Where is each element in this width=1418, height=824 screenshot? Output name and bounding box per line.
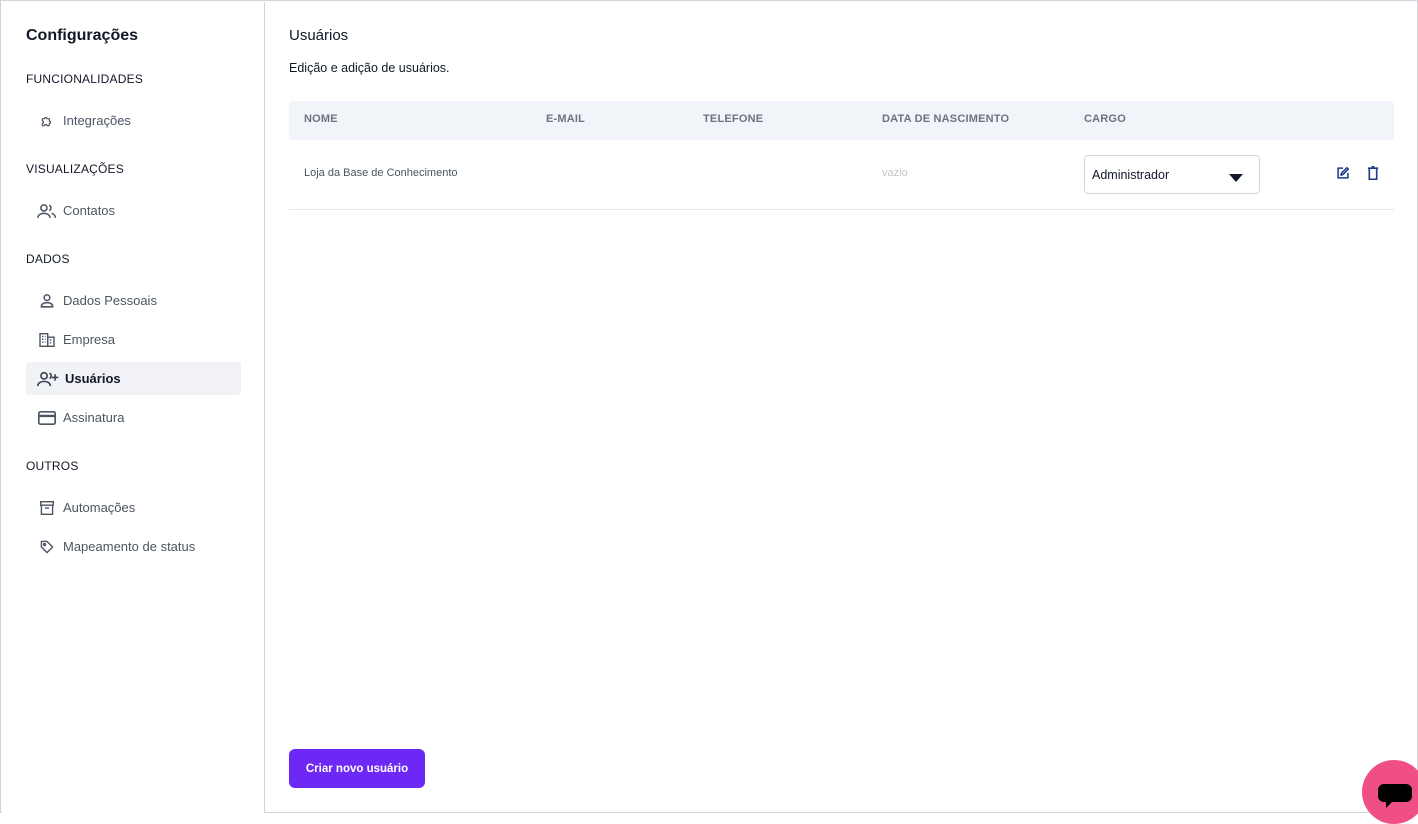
- sidebar-item-label: Mapeamento de status: [63, 539, 196, 554]
- section-label-visualizacoes: VISUALIZAÇÕES: [26, 162, 124, 176]
- users-table: NOME E-MAIL TELEFONE DATA DE NASCIMENTO …: [289, 101, 1394, 210]
- edit-icon: [1336, 166, 1350, 185]
- sidebar-item-label: Integrações: [63, 113, 131, 128]
- sidebar-item-contatos[interactable]: Contatos: [26, 194, 241, 227]
- settings-sidebar: Configurações FUNCIONALIDADES Integraçõe…: [2, 2, 265, 813]
- create-user-button[interactable]: Criar novo usuário: [289, 749, 425, 788]
- sidebar-item-label: Dados Pessoais: [63, 293, 157, 308]
- person-icon: [37, 292, 57, 310]
- user-name-cell: Loja da Base de Conhecimento: [304, 167, 458, 179]
- credit-card-icon: [37, 409, 57, 427]
- sidebar-item-label: Contatos: [63, 203, 116, 218]
- building-icon: [37, 331, 57, 349]
- add-user-icon: [37, 370, 59, 388]
- people-icon: [37, 202, 57, 220]
- chat-icon: [1378, 784, 1412, 815]
- sidebar-item-usuarios[interactable]: Usuários: [26, 362, 241, 395]
- edit-user-button[interactable]: [1334, 166, 1352, 184]
- table-row: Loja da Base de Conhecimento vazio Admin…: [289, 140, 1394, 210]
- puzzle-icon: [37, 112, 57, 130]
- sidebar-item-dados-pessoais[interactable]: Dados Pessoais: [26, 284, 241, 317]
- page-title: Usuários: [289, 27, 349, 44]
- column-header-nome: NOME: [304, 113, 338, 125]
- sidebar-item-label: Usuários: [65, 371, 121, 386]
- tag-icon: [37, 538, 57, 556]
- sidebar-item-label: Automações: [63, 500, 136, 515]
- main-content: Usuários Edição e adição de usuários. NO…: [266, 2, 1418, 813]
- sidebar-item-empresa[interactable]: Empresa: [26, 323, 241, 356]
- column-header-cargo: CARGO: [1084, 113, 1126, 125]
- sidebar-item-label: Assinatura: [63, 410, 125, 425]
- section-label-funcionalidades: FUNCIONALIDADES: [26, 72, 144, 86]
- delete-user-button[interactable]: [1364, 165, 1382, 185]
- section-label-dados: DADOS: [26, 252, 70, 266]
- sidebar-item-integracoes[interactable]: Integrações: [26, 104, 241, 137]
- user-birthdate-cell: vazio: [882, 167, 908, 179]
- sidebar-item-mapeamento-de-status[interactable]: Mapeamento de status: [26, 530, 241, 563]
- table-header: NOME E-MAIL TELEFONE DATA DE NASCIMENTO …: [289, 101, 1394, 140]
- section-label-outros: OUTROS: [26, 459, 79, 473]
- column-header-email: E-MAIL: [546, 113, 586, 125]
- archive-icon: [37, 499, 57, 517]
- sidebar-item-automacoes[interactable]: Automações: [26, 491, 241, 524]
- role-select[interactable]: Administrador: [1084, 155, 1260, 194]
- sidebar-item-assinatura[interactable]: Assinatura: [26, 401, 241, 434]
- app-frame: Configurações FUNCIONALIDADES Integraçõe…: [0, 0, 1418, 824]
- chevron-down-icon: [1229, 171, 1243, 185]
- sidebar-item-label: Empresa: [63, 332, 116, 347]
- page-subtitle: Edição e adição de usuários.: [289, 61, 450, 75]
- column-header-data-de-nascimento: DATA DE NASCIMENTO: [882, 113, 1010, 125]
- sidebar-title: Configurações: [26, 27, 139, 44]
- column-header-telefone: TELEFONE: [703, 113, 764, 125]
- role-select-value: Administrador: [1092, 167, 1170, 182]
- chat-widget-button[interactable]: [1362, 760, 1418, 824]
- trash-icon: [1367, 165, 1379, 185]
